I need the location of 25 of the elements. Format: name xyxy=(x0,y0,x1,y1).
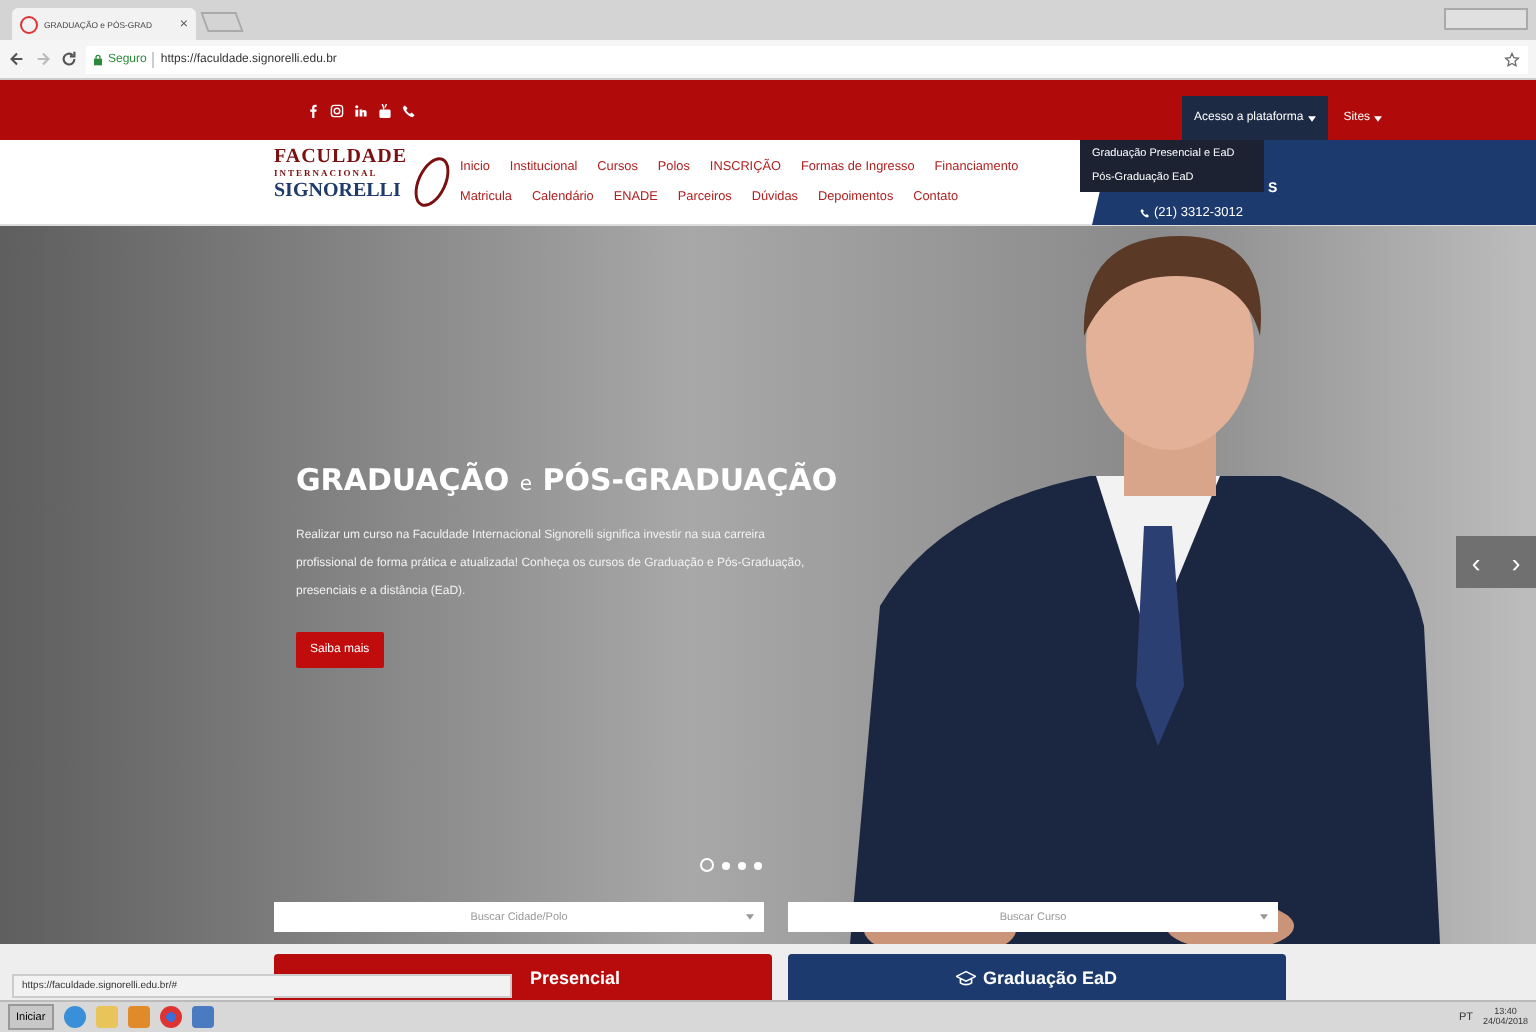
back-icon[interactable] xyxy=(8,50,26,68)
reload-icon[interactable] xyxy=(60,50,78,68)
linkedin-icon[interactable] xyxy=(354,103,368,117)
lock-icon xyxy=(94,53,102,65)
previous-button[interactable]: ‹ xyxy=(1456,536,1496,588)
star-icon[interactable] xyxy=(1504,51,1520,67)
new-tab-button[interactable] xyxy=(200,12,244,32)
forward-icon[interactable] xyxy=(34,50,52,68)
slide-dot[interactable] xyxy=(700,858,714,872)
caret-icon xyxy=(1260,914,1268,920)
caret-icon xyxy=(746,914,754,920)
phone-icon xyxy=(1140,207,1150,217)
caret-icon xyxy=(1374,115,1383,121)
phone-icon[interactable] xyxy=(402,103,416,117)
next-button[interactable]: › xyxy=(1496,536,1536,588)
course-card[interactable]: Graduação EaD xyxy=(788,954,1286,1000)
hero-title: GRADUAÇÃO e PÓS-GRADUAÇÃO xyxy=(296,462,838,498)
instagram-icon[interactable] xyxy=(330,103,344,117)
slide-dot[interactable] xyxy=(738,861,746,869)
site-icon xyxy=(20,15,38,33)
caret-icon xyxy=(1307,115,1316,121)
slide-dot[interactable] xyxy=(754,861,762,869)
graduation-cap-icon xyxy=(956,969,977,985)
facebook-icon[interactable] xyxy=(306,103,320,117)
slide-dot[interactable] xyxy=(722,861,730,869)
